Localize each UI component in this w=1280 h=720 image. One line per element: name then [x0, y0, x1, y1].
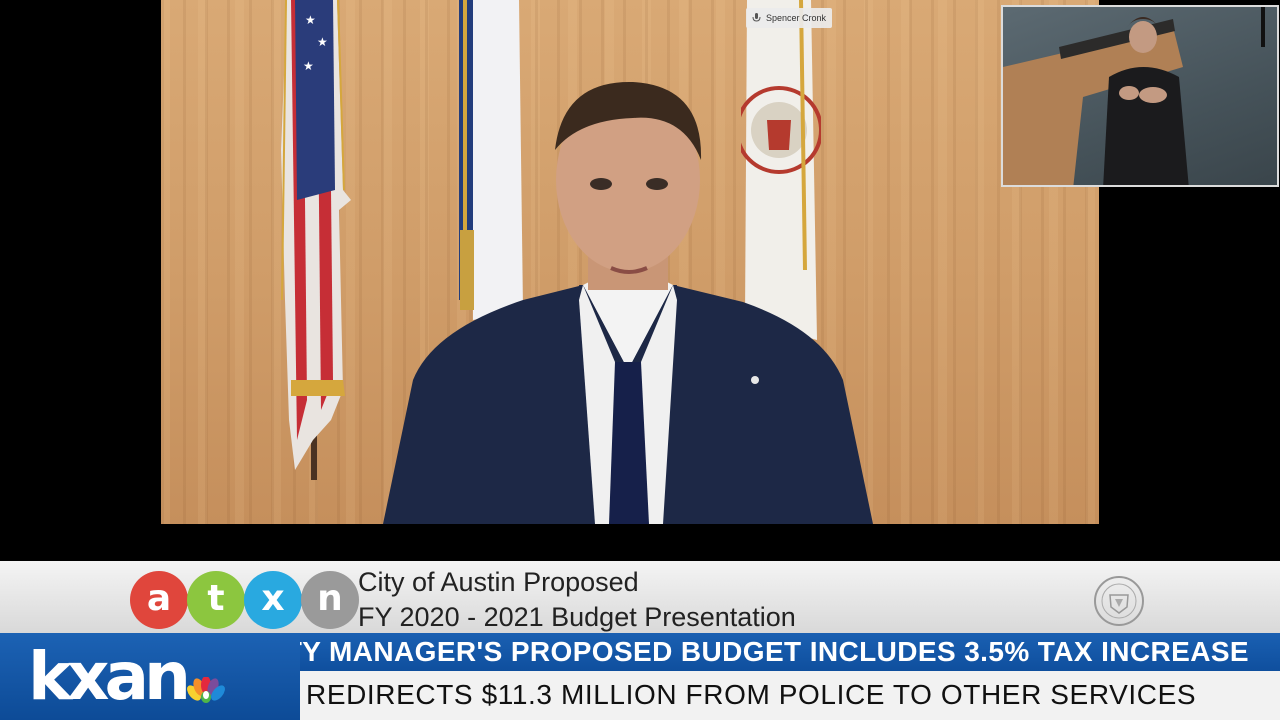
- speaker-figure: [383, 81, 873, 524]
- participant-name: Spencer Cronk: [766, 13, 827, 23]
- headline-text: CITY MANAGER'S PROPOSED BUDGET INCLUDES …: [256, 636, 1249, 667]
- svg-text:★: ★: [303, 59, 314, 73]
- city-seal-icon: [1094, 576, 1144, 626]
- logo-letter-t: t: [187, 571, 245, 629]
- logo-letter-a: a: [130, 571, 188, 629]
- station-logo-text: kxan: [28, 638, 191, 715]
- nbc-peacock-icon: [187, 677, 225, 703]
- subheadline-bar: REDIRECTS $11.3 MILLION FROM POLICE TO O…: [270, 671, 1280, 720]
- microphone-icon: [752, 13, 761, 22]
- participant-name-tag: Spencer Cronk: [746, 8, 833, 28]
- svg-text:★: ★: [317, 35, 328, 49]
- subheadline-text: REDIRECTS $11.3 MILLION FROM POLICE TO O…: [306, 679, 1197, 710]
- interpreter-inset-video: [1001, 5, 1279, 187]
- logo-letter-n: n: [301, 571, 359, 629]
- headline-bar: CITY MANAGER'S PROPOSED BUDGET INCLUDES …: [232, 633, 1280, 671]
- program-title-line-1: City of Austin Proposed: [358, 567, 639, 597]
- interpreter-scene: [1003, 7, 1265, 185]
- station-logo-box: kxan: [0, 633, 300, 720]
- us-flag-image: ★ ★ ★: [281, 0, 351, 480]
- main-video-feed: ★ ★ ★ Spencer Cronk: [161, 0, 1099, 524]
- atxn-logo: a t x n: [130, 571, 359, 631]
- logo-letter-x: x: [244, 571, 302, 629]
- lower-third-banner: a t x n City of Austin Proposed FY 2020 …: [0, 561, 1280, 720]
- svg-text:★: ★: [305, 13, 316, 27]
- program-info-bar: a t x n City of Austin Proposed FY 2020 …: [0, 561, 1280, 635]
- program-title-line-2: FY 2020 - 2021 Budget Presentation: [358, 602, 796, 632]
